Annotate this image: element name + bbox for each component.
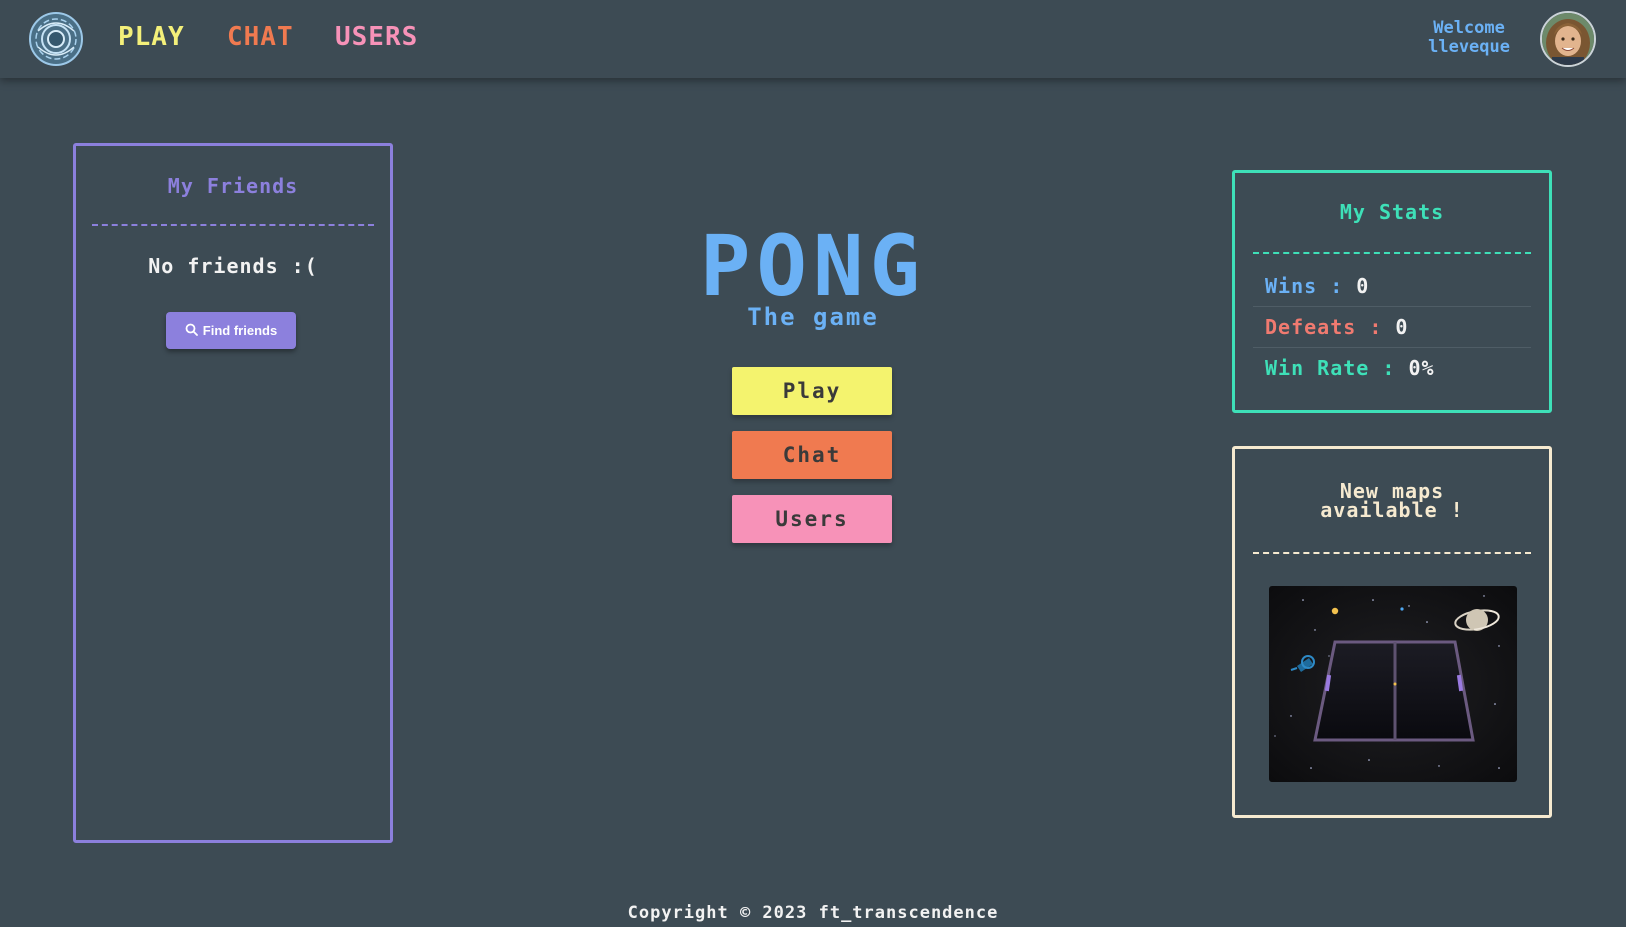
footer-copyright: Copyright © 2023 ft_transcendence [627, 903, 999, 923]
pong-table-icon [1313, 640, 1475, 742]
welcome-message: Welcome lleveque [1428, 19, 1510, 57]
stats-panel: My Stats Wins : 0 Defeats : 0 Win Rate :… [1232, 170, 1552, 413]
maps-divider [1253, 552, 1531, 554]
play-button[interactable]: Play [732, 367, 892, 415]
yellow-planet-icon [1331, 607, 1339, 615]
stats-divider [1253, 252, 1531, 254]
stats-title: My Stats [1339, 200, 1445, 224]
stat-defeats: Defeats : 0 [1253, 306, 1531, 347]
new-maps-title-line2: available ! [1320, 498, 1464, 522]
wins-value: 0 [1356, 273, 1370, 298]
nav-link-play[interactable]: PLAY [118, 22, 185, 52]
space-map-preview[interactable] [1269, 586, 1517, 782]
app-logo-icon[interactable] [28, 11, 84, 67]
user-avatar[interactable] [1540, 11, 1596, 67]
top-navbar: PLAY CHAT USERS Welcome lleveque [0, 0, 1626, 78]
winrate-value: 0% [1408, 356, 1435, 380]
chat-button[interactable]: Chat [732, 431, 892, 479]
users-button[interactable]: Users [732, 495, 892, 543]
new-maps-title: New maps available ! [1235, 481, 1549, 522]
wins-label: Wins : [1265, 273, 1357, 298]
stat-winrate: Win Rate : 0% [1253, 347, 1531, 388]
username-label: lleveque [1428, 37, 1510, 57]
defeats-value: 0 [1395, 315, 1409, 339]
nav-link-users[interactable]: USERS [335, 22, 418, 52]
new-maps-panel: New maps available ! [1232, 446, 1552, 818]
stat-wins: Wins : 0 [1253, 265, 1531, 306]
defeats-label: Defeats : [1265, 315, 1396, 339]
friends-title: My Friends [167, 174, 299, 198]
nav-link-chat[interactable]: CHAT [227, 22, 294, 52]
welcome-label: Welcome [1433, 18, 1505, 38]
winrate-label: Win Rate : [1265, 356, 1409, 380]
